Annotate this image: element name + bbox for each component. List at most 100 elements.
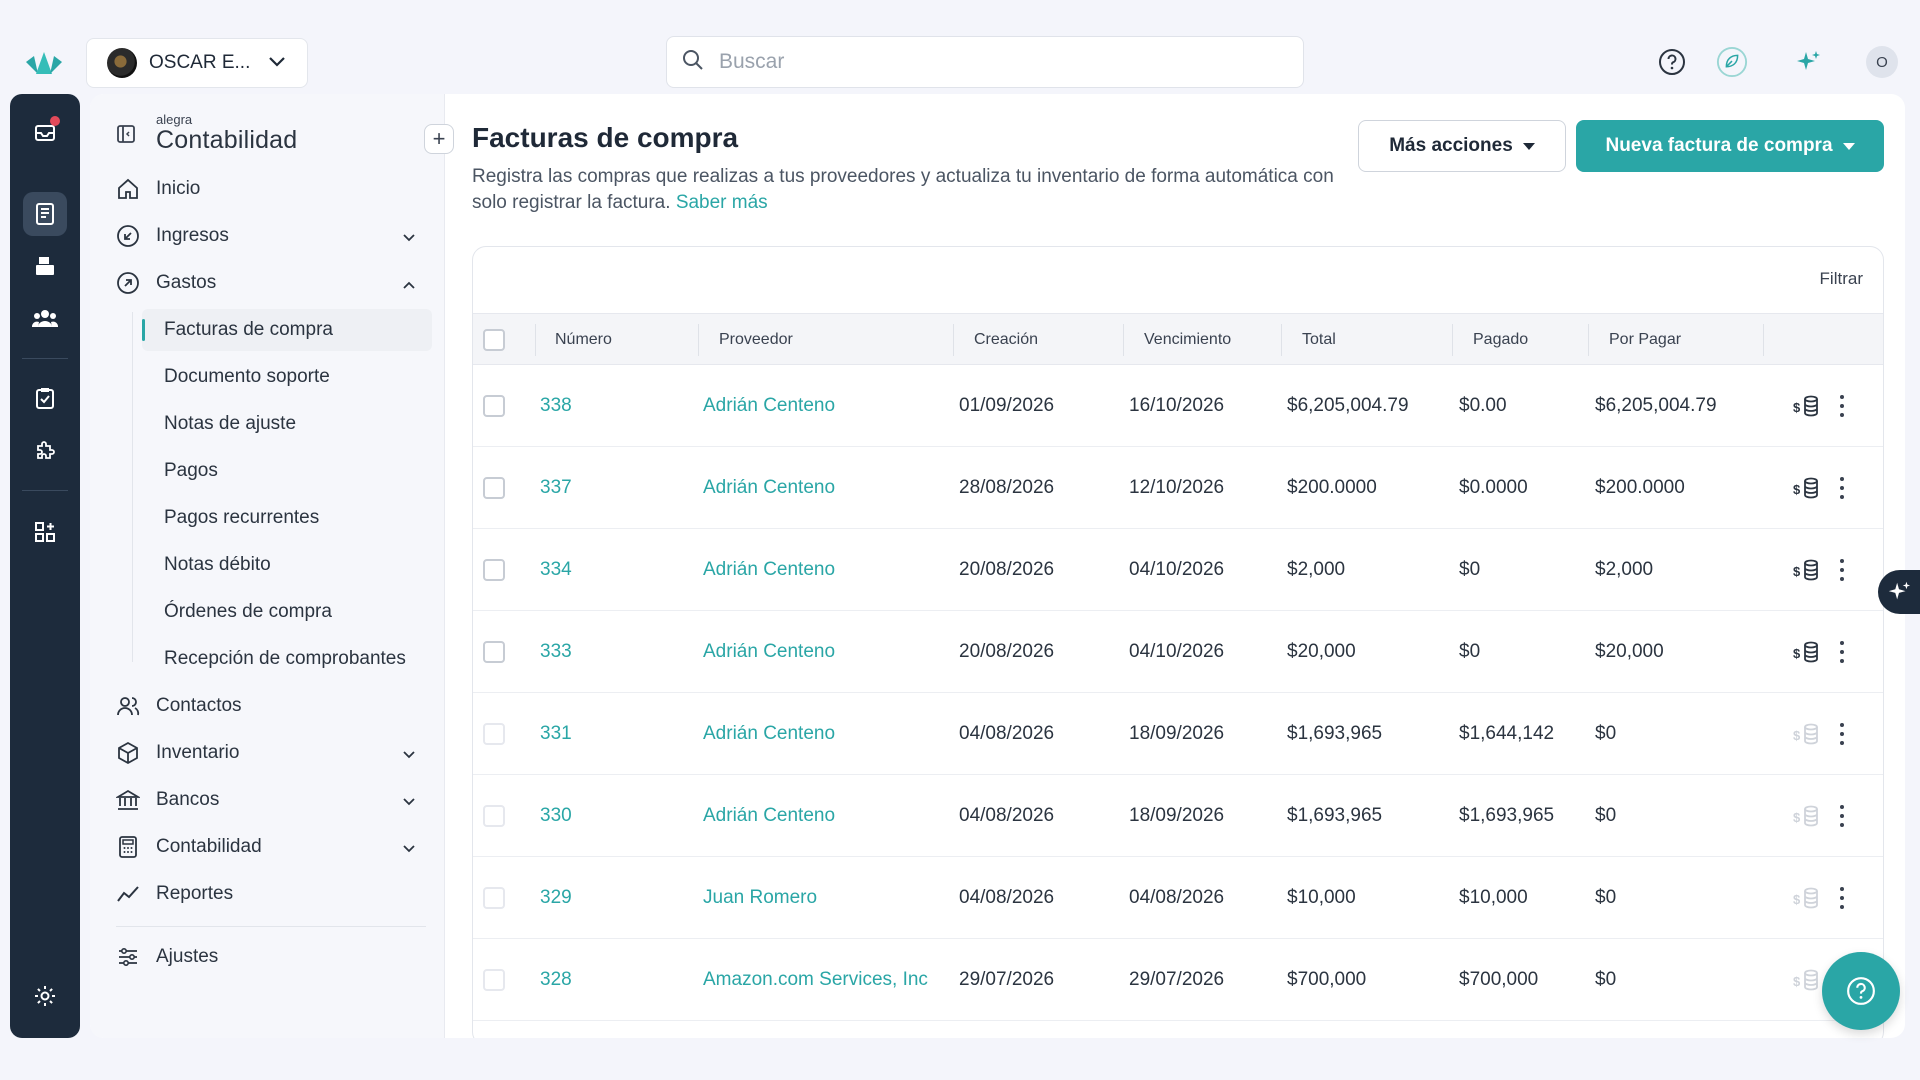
row-checkbox[interactable]: [483, 559, 505, 581]
cell-proveedor[interactable]: Adrián Centeno: [703, 529, 835, 611]
column-pagado[interactable]: Pagado: [1473, 314, 1528, 366]
table-row[interactable]: 334 Adrián Centeno 20/08/2026 04/10/2026 $2,…: [473, 529, 1883, 611]
table-row[interactable]: 329 Juan Romero 04/08/2026 04/08/2026 $10,00…: [473, 857, 1883, 939]
filter-button[interactable]: Filtrar: [1820, 269, 1863, 289]
sidebar-subitem-notas-ajuste[interactable]: Notas de ajuste: [142, 403, 432, 445]
row-checkbox[interactable]: [483, 477, 505, 499]
sidebar-item-contabilidad[interactable]: Contabilidad: [116, 826, 426, 868]
help-chat-button[interactable]: [1822, 952, 1900, 1030]
row-checkbox[interactable]: [483, 723, 505, 745]
row-checkbox[interactable]: [483, 805, 505, 827]
table-row[interactable]: 337 Adrián Centeno 28/08/2026 12/10/2026 $20…: [473, 447, 1883, 529]
table-row[interactable]: 330 Adrián Centeno 04/08/2026 18/09/2026 $1,…: [473, 775, 1883, 857]
column-total[interactable]: Total: [1302, 314, 1336, 366]
row-checkbox[interactable]: [483, 969, 505, 991]
cell-numero[interactable]: 333: [540, 611, 572, 693]
payment-icon[interactable]: $: [1793, 447, 1821, 529]
cell-proveedor[interactable]: Adrián Centeno: [703, 447, 835, 529]
payment-icon[interactable]: $: [1793, 857, 1821, 939]
help-icon[interactable]: [1656, 46, 1688, 78]
cell-numero[interactable]: 337: [540, 447, 572, 529]
cell-numero[interactable]: 334: [540, 529, 572, 611]
svg-text:$: $: [1793, 974, 1801, 989]
sidebar-item-inventario[interactable]: Inventario: [116, 732, 426, 774]
sidebar-subitem-pagos-recurrentes[interactable]: Pagos recurrentes: [142, 497, 432, 539]
cell-numero[interactable]: 328: [540, 939, 572, 1021]
column-por-pagar[interactable]: Por Pagar: [1609, 314, 1681, 366]
rail-integrations-button[interactable]: [23, 428, 67, 472]
column-vencimiento[interactable]: Vencimiento: [1144, 314, 1231, 366]
cell-numero[interactable]: 329: [540, 857, 572, 939]
sidebar-item-gastos[interactable]: Gastos: [116, 262, 426, 304]
select-all-checkbox[interactable]: [483, 329, 505, 351]
search-input[interactable]: [719, 50, 1279, 74]
row-checkbox[interactable]: [483, 887, 505, 909]
payment-icon[interactable]: $: [1793, 775, 1821, 857]
cell-proveedor[interactable]: Adrián Centeno: [703, 693, 835, 775]
sidebar-item-ajustes[interactable]: Ajustes: [116, 936, 426, 978]
column-numero[interactable]: Número: [555, 314, 612, 366]
kebab-icon[interactable]: [1840, 477, 1844, 499]
ai-assistant-button[interactable]: [1878, 570, 1920, 614]
sidebar-item-bancos[interactable]: Bancos: [116, 779, 426, 821]
column-creacion[interactable]: Creación: [974, 314, 1038, 366]
kebab-icon[interactable]: [1840, 805, 1844, 827]
rail-apps-button[interactable]: [23, 510, 67, 554]
payment-icon[interactable]: $: [1793, 611, 1821, 693]
cell-numero[interactable]: 330: [540, 775, 572, 857]
add-button[interactable]: +: [424, 124, 454, 154]
company-selector[interactable]: OSCAR E...: [86, 38, 308, 88]
sidebar-item-contactos[interactable]: Contactos: [116, 685, 426, 727]
sidebar-item-inicio[interactable]: Inicio: [116, 168, 426, 210]
kebab-icon[interactable]: [1840, 641, 1844, 663]
payment-icon[interactable]: $: [1793, 529, 1821, 611]
rail-accounting-button[interactable]: [23, 192, 67, 236]
kebab-icon[interactable]: [1840, 723, 1844, 745]
cell-por-pagar: $2,000: [1595, 559, 1654, 580]
rail-tasks-button[interactable]: [23, 376, 67, 420]
kebab-icon[interactable]: [1840, 559, 1844, 581]
payment-icon[interactable]: $: [1793, 365, 1821, 447]
column-proveedor[interactable]: Proveedor: [719, 314, 793, 366]
kebab-icon[interactable]: [1840, 395, 1844, 417]
cell-creacion: 20/08/2026: [959, 559, 1055, 580]
cell-proveedor[interactable]: Adrián Centeno: [703, 611, 835, 693]
table-row[interactable]: 338 Adrián Centeno 01/09/2026 16/10/2026 $6,…: [473, 365, 1883, 447]
cell-proveedor[interactable]: Adrián Centeno: [703, 775, 835, 857]
sparkle-icon[interactable]: [1792, 46, 1824, 78]
sidebar-subitem-ordenes-compra[interactable]: Órdenes de compra: [142, 591, 432, 633]
cell-proveedor[interactable]: Amazon.com Services, Inc: [703, 939, 928, 1021]
sidebar-subitem-documento-soporte[interactable]: Documento soporte: [142, 356, 432, 398]
rail-contacts-button[interactable]: [23, 296, 67, 340]
cell-numero[interactable]: 331: [540, 693, 572, 775]
payment-icon[interactable]: $: [1793, 939, 1821, 1021]
sidebar-subitem-notas-debito[interactable]: Notas débito: [142, 544, 432, 586]
table-row[interactable]: 331 Adrián Centeno 04/08/2026 18/09/2026 $1,…: [473, 693, 1883, 775]
sidebar-subitem-recepcion-comprobantes[interactable]: Recepción de comprobantes: [142, 638, 432, 680]
cell-proveedor[interactable]: Adrián Centeno: [703, 365, 835, 447]
cell-proveedor[interactable]: Juan Romero: [703, 857, 817, 939]
table-row[interactable]: 328 Amazon.com Services, Inc 29/07/2026 29/…: [473, 939, 1883, 1021]
arrow-in-circle-icon: [116, 224, 144, 248]
table-row[interactable]: 333 Adrián Centeno 20/08/2026 04/10/2026 $20…: [473, 611, 1883, 693]
user-avatar[interactable]: O: [1866, 46, 1898, 78]
new-purchase-invoice-button[interactable]: Nueva factura de compra: [1576, 120, 1884, 172]
learn-more-link[interactable]: Saber más: [676, 192, 768, 213]
more-actions-button[interactable]: Más acciones: [1358, 120, 1566, 172]
rail-pos-button[interactable]: [23, 244, 67, 288]
row-checkbox[interactable]: [483, 395, 505, 417]
cell-numero[interactable]: 338: [540, 365, 572, 447]
sidebar-subitem-pagos[interactable]: Pagos: [142, 450, 432, 492]
leaf-icon[interactable]: [1716, 46, 1748, 78]
logo-icon[interactable]: [22, 48, 66, 78]
row-checkbox[interactable]: [483, 641, 505, 663]
sidebar-subitem-facturas-compra[interactable]: Facturas de compra: [142, 309, 432, 351]
kebab-icon[interactable]: [1840, 887, 1844, 909]
settings-icon[interactable]: [23, 974, 67, 1018]
sidebar-collapse-icon[interactable]: [116, 124, 136, 149]
rail-inbox-button[interactable]: [23, 110, 67, 154]
sidebar-item-ingresos[interactable]: Ingresos: [116, 215, 426, 257]
sidebar-item-reportes[interactable]: Reportes: [116, 873, 426, 915]
payment-icon[interactable]: $: [1793, 693, 1821, 775]
search-box[interactable]: [666, 36, 1304, 88]
